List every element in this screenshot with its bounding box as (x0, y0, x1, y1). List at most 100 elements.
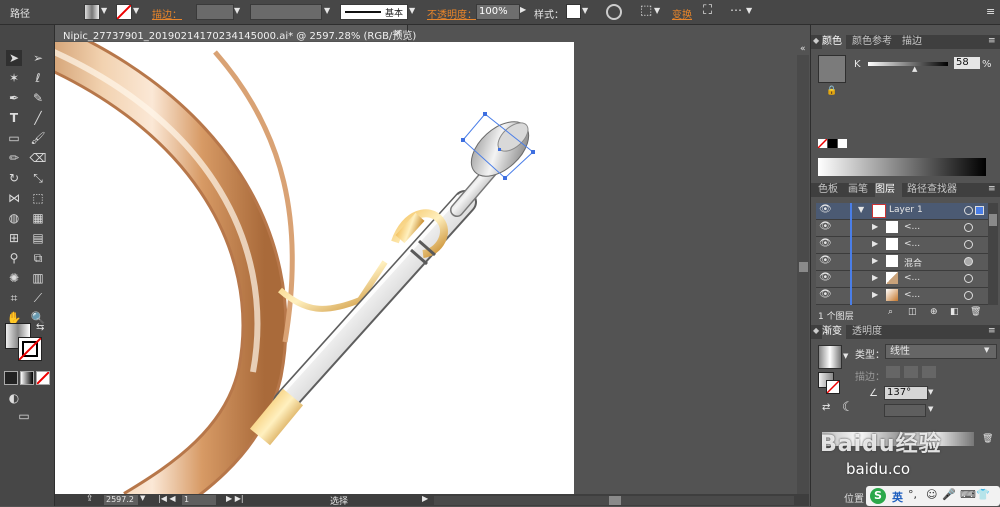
tab-pathfinder[interactable]: 路径查找器 (907, 183, 957, 197)
angle-dropdown-icon[interactable]: ▼ (928, 388, 933, 396)
layer-row[interactable]: 👁 ▶ <... (816, 237, 998, 254)
tab-color-guide[interactable]: 颜色参考 (852, 35, 892, 49)
transform-label[interactable]: 变换 (672, 6, 692, 21)
reverse-gradient-icon[interactable]: ⇄ (822, 402, 830, 413)
perspective-grid-icon[interactable]: ▦ (30, 210, 46, 226)
gradient-preview-dropdown-icon[interactable]: ▼ (843, 352, 848, 360)
stroke-along-icon[interactable] (904, 366, 918, 378)
k-slider-track[interactable] (868, 62, 948, 66)
target-circle-icon[interactable] (964, 223, 973, 232)
panel-collapse-icon[interactable]: « (800, 44, 806, 54)
style-dropdown-icon[interactable]: ▼ (582, 6, 588, 15)
locate-object-icon[interactable]: ⌕ (888, 307, 893, 317)
layer-name[interactable]: <... (904, 239, 920, 249)
tab-swatches[interactable]: 色板 (818, 183, 838, 197)
direct-selection-tool-icon[interactable]: ➢ (30, 50, 46, 66)
layer-name[interactable]: <... (904, 290, 920, 300)
target-circle-icon[interactable] (964, 257, 973, 266)
ime-skin-icon[interactable]: 👕 (976, 488, 990, 501)
canvas-vscroll-thumb[interactable] (799, 262, 808, 272)
stroke-across-icon[interactable] (922, 366, 936, 378)
draw-mode-icon[interactable]: ◐ (6, 390, 22, 406)
eyedropper-icon[interactable]: ⚲ (6, 250, 22, 266)
delete-layer-icon[interactable]: 🗑 (970, 307, 981, 317)
type-tool-icon[interactable]: T (6, 110, 22, 126)
tab-gradient[interactable]: 渐变 (822, 325, 846, 339)
opacity-arrow-icon[interactable]: ▶ (520, 5, 526, 14)
align-icon[interactable]: ⬚ (640, 3, 652, 18)
gradient-type-dropdown-icon[interactable]: ▼ (984, 346, 989, 354)
tab-layers[interactable]: 图层 (875, 183, 902, 197)
arrange-icon[interactable]: ⋯ (730, 3, 742, 17)
width-tool-icon[interactable]: ⋈ (6, 190, 22, 206)
swap-colors-icon[interactable]: ⇆ (36, 322, 44, 333)
expand-triangle-icon[interactable]: ▶ (872, 222, 878, 231)
layer-row[interactable]: 👁 ▼ Layer 1 (816, 203, 998, 220)
arrange-dropdown-icon[interactable]: ▼ (746, 6, 752, 15)
variable-width-dropdown-icon[interactable]: ▼ (324, 6, 330, 15)
rectangle-tool-icon[interactable]: ▭ (6, 130, 22, 146)
expand-triangle-icon[interactable]: ▶ (872, 239, 878, 248)
aspect-dropdown-icon[interactable]: ▼ (928, 405, 933, 413)
black-swatch[interactable] (828, 139, 837, 148)
curvature-tool-icon[interactable]: ✎ (30, 90, 46, 106)
visibility-eye-icon[interactable]: 👁 (819, 272, 832, 283)
paintbrush-icon[interactable]: 🖌 (30, 130, 46, 146)
shape-builder-icon[interactable]: ◍ (6, 210, 22, 226)
visibility-eye-icon[interactable]: 👁 (819, 238, 832, 249)
target-circle-icon[interactable] (964, 274, 973, 283)
stroke-swatch[interactable] (116, 4, 132, 20)
ime-punctuation-icon[interactable]: °, (908, 488, 917, 501)
k-slider-thumb[interactable]: ▲ (912, 65, 917, 73)
close-icon[interactable]: × (393, 26, 402, 39)
artboard-tool-icon[interactable]: ⌗ (6, 290, 22, 306)
eraser-icon[interactable]: ⌫ (30, 150, 47, 166)
selection-indicator[interactable] (975, 206, 984, 215)
ime-language-label[interactable]: 英 (892, 489, 903, 505)
angle-field[interactable]: 137° (884, 386, 928, 400)
tab-brushes[interactable]: 画笔 (848, 183, 868, 197)
stroke-label[interactable]: 描边： (152, 6, 182, 21)
new-layer-icon[interactable]: ◧ (950, 307, 959, 317)
document-tab[interactable]: Nipic_27737901_20190214170234145000.ai* … (55, 25, 416, 42)
recolor-icon[interactable] (606, 4, 622, 20)
canvas-hscroll-thumb[interactable] (609, 496, 621, 505)
line-tool-icon[interactable]: ╱ (30, 110, 46, 126)
zoom-field[interactable]: 2597.2 (104, 495, 138, 505)
gradient-type-select[interactable]: 线性 (885, 344, 997, 359)
new-sublayer-icon[interactable]: ⊕ (930, 307, 938, 317)
tab-color[interactable]: 颜色 (822, 35, 846, 49)
scale-tool-icon[interactable]: ⤡ (30, 170, 46, 186)
opacity-label[interactable]: 不透明度： (427, 6, 477, 21)
color-mode-icon[interactable] (4, 371, 18, 385)
target-circle-icon[interactable] (964, 291, 973, 300)
stroke-dropdown-icon[interactable]: ▼ (133, 6, 139, 15)
target-circle-icon[interactable] (964, 206, 973, 215)
brush-definition-field[interactable]: 基本 (340, 4, 408, 20)
canvas-vertical-scrollbar[interactable] (797, 55, 809, 494)
artboard-nav-icon[interactable]: |◀ ◀ (158, 494, 176, 503)
expand-triangle-icon[interactable]: ▶ (872, 273, 878, 282)
ime-toolbar[interactable]: S 英 °, ☺ 🎤 ⌨ 👕 (866, 486, 1000, 506)
none-mode-icon[interactable] (36, 371, 50, 385)
white-swatch[interactable] (838, 139, 847, 148)
fill-preview-swatch[interactable] (818, 55, 846, 83)
layer-name[interactable]: <... (904, 222, 920, 232)
fill-swatch[interactable] (84, 4, 100, 20)
gradient-tab-arrows-icon[interactable]: ◆ (813, 326, 819, 335)
ime-emoji-icon[interactable]: ☺ (926, 488, 937, 501)
selection-tool-icon[interactable]: ➤ (6, 50, 22, 66)
rotate-tool-icon[interactable]: ↻ (6, 170, 22, 186)
gradient-preview-swatch[interactable] (818, 345, 842, 369)
artboard-field[interactable]: 1 (182, 495, 216, 505)
tab-stroke[interactable]: 描边 (902, 35, 922, 49)
visibility-eye-icon[interactable]: 👁 (819, 289, 832, 300)
color-tab-arrows-icon[interactable]: ◆ (813, 36, 819, 45)
layer-row[interactable]: 👁 ▶ <... (816, 288, 998, 305)
magic-wand-icon[interactable]: ✶ (6, 70, 22, 86)
lasso-icon[interactable]: ℓ (30, 70, 46, 86)
blend-tool-icon[interactable]: ⧉ (30, 250, 46, 266)
style-swatch[interactable] (566, 4, 581, 19)
fill-dropdown-icon[interactable]: ▼ (101, 6, 107, 15)
gradient-stroke-none-icon[interactable] (826, 380, 840, 394)
